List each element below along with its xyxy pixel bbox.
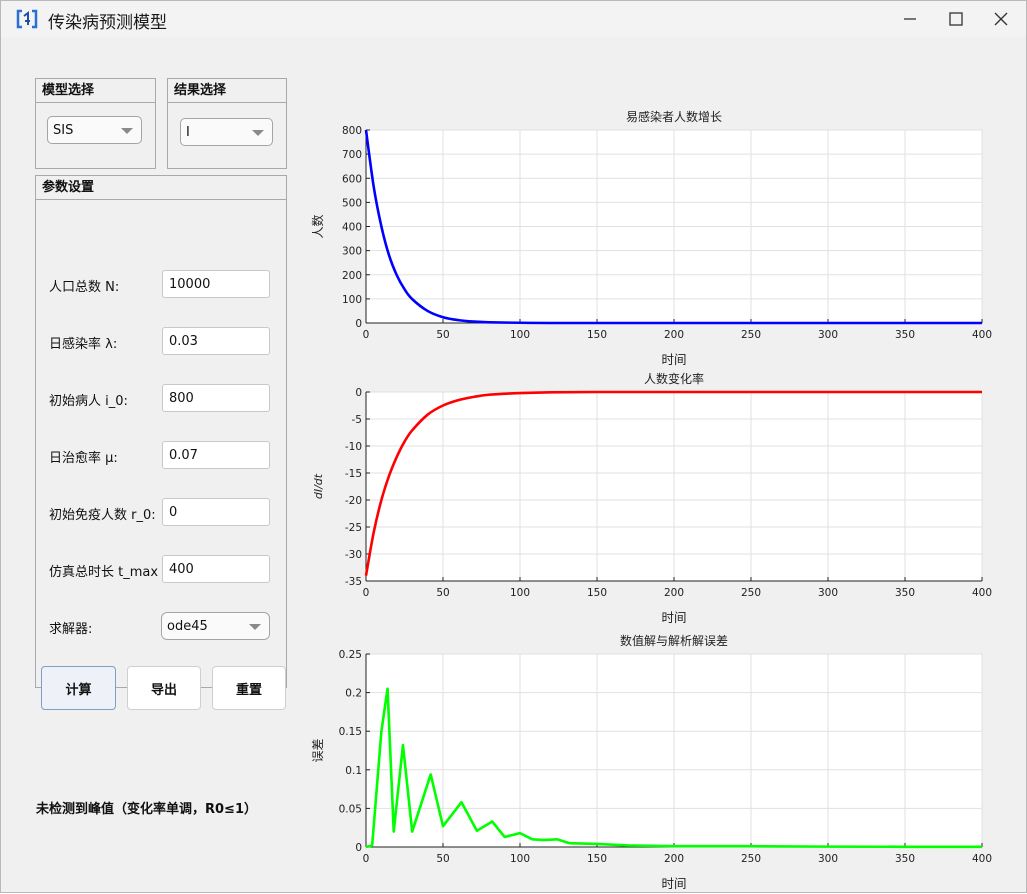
y-tick-label: -30 [345,549,362,561]
x-tick-label: 50 [436,587,449,599]
y-tick-label: 100 [342,294,362,306]
y-tick-label: 0 [355,842,362,854]
y-tick-label: 0.1 [345,765,362,777]
chart-2: 0 50 100 150 200 250 300 350 400 -35 -30 -25 -20 -15 -… [312,371,992,625]
x-tick-label: 350 [895,853,915,865]
y-tick-label: 0.05 [339,803,362,815]
x-tick-label: 150 [587,587,607,599]
chart-canvas: 0 50 100 150 200 250 300 350 4000100200300400500… [310,109,992,891]
x-tick-label: 250 [741,329,761,341]
y-tick-label: 400 [342,222,362,234]
chart-title: 易感染者人数增长 [626,109,722,124]
x-tick-label: 300 [818,587,838,599]
y-tick-label: -20 [345,495,362,507]
x-axis-label: 时间 [661,610,686,625]
chart-1: 0 50 100 150 200 250 300 350 400 0 100 200 300 400 500… [310,109,992,367]
y-axis-label: 误差 [311,738,325,762]
x-tick-label: 350 [895,329,915,341]
y-tick-label: -5 [352,414,362,426]
app-window: 传染病预测模型 模型选择 SIS 结果选择 I 参数设置 人口总数 N: 100… [0,0,1027,893]
chart-title: 数值解与解析解误差 [620,633,728,648]
x-axis-label: 时间 [661,352,686,367]
x-tick-label: 100 [510,587,530,599]
x-axis-label: 时间 [661,876,686,891]
y-tick-label: 0.25 [339,649,362,661]
x-tick-label: 350 [895,587,915,599]
x-tick-label: 0 [363,329,370,341]
y-tick-label: 0 [355,387,362,399]
x-tick-label: 300 [818,853,838,865]
chart-3: 0 50 100 150 200 250 300 350 400 0 0.05 0.1 0.15 0.2 0… [311,633,992,891]
y-tick-label: 0.15 [339,726,362,738]
x-tick-label: 200 [664,587,684,599]
y-tick-label: 0.2 [345,688,362,700]
y-axis-label: 人数 [310,214,325,238]
y-tick-label: -15 [345,468,362,480]
y-tick-label: 0 [355,318,362,330]
y-tick-label: 800 [342,125,362,137]
x-tick-label: 50 [436,853,449,865]
x-tick-label: 400 [972,853,992,865]
x-tick-label: 250 [741,853,761,865]
x-tick-label: 50 [436,329,449,341]
y-tick-label: -10 [345,441,362,453]
x-tick-label: 200 [664,329,684,341]
x-tick-label: 100 [510,329,530,341]
x-tick-label: 400 [972,587,992,599]
y-tick-label: 200 [342,270,362,282]
y-tick-label: 600 [342,173,362,185]
x-tick-label: 150 [587,853,607,865]
x-tick-label: 200 [664,853,684,865]
y-tick-label: -25 [345,522,362,534]
y-tick-label: 700 [342,149,362,161]
y-tick-label: -35 [345,576,362,588]
y-tick-label: 500 [342,197,362,209]
x-tick-label: 0 [363,853,370,865]
x-tick-label: 400 [972,329,992,341]
x-tick-label: 300 [818,329,838,341]
x-tick-label: 0 [363,587,370,599]
x-tick-label: 250 [741,587,761,599]
y-axis-label: dI/dt [312,473,325,499]
x-tick-label: 150 [587,329,607,341]
x-tick-label: 100 [510,853,530,865]
chart-title: 人数变化率 [644,371,704,386]
y-tick-label: 300 [342,246,362,258]
